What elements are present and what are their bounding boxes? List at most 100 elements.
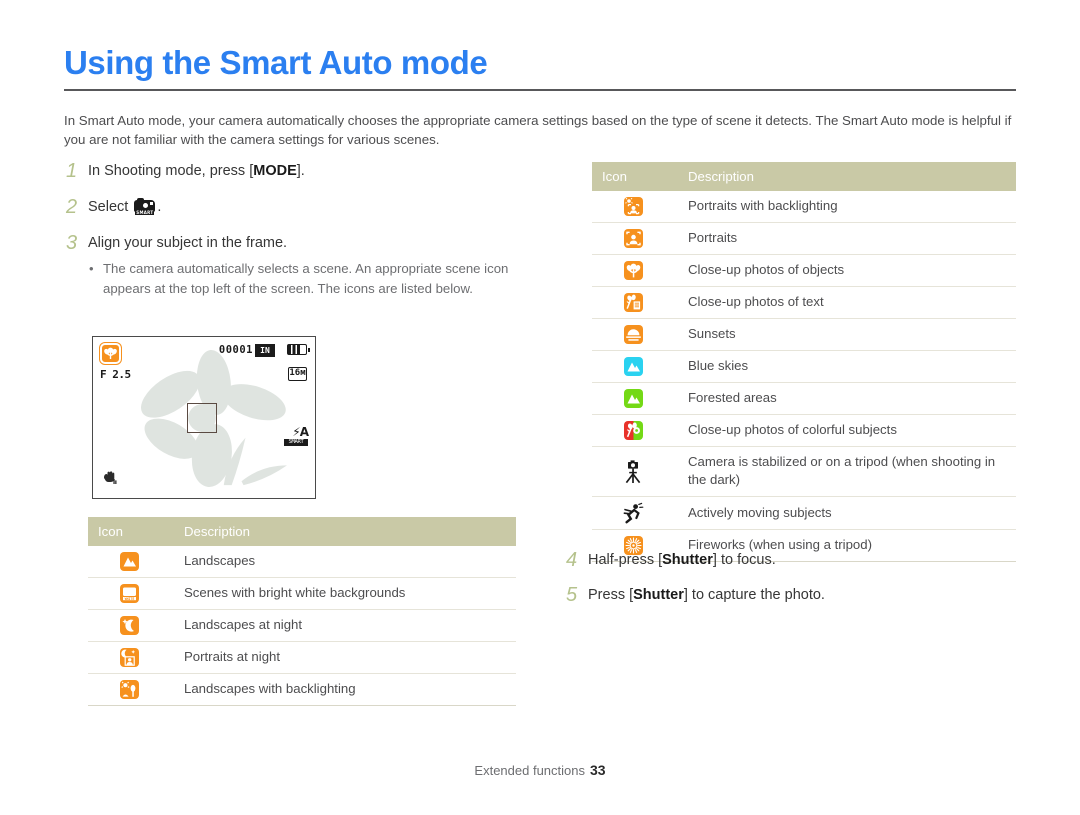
icon-cell — [592, 446, 674, 497]
table-row: Forested areas — [592, 382, 1016, 415]
icon-cell — [592, 414, 674, 447]
table-header-row: Icon Description — [592, 162, 1016, 191]
table-row: Close-up photos of text — [592, 286, 1016, 319]
table-row: Close-up photos of colorful subjects — [592, 414, 1016, 447]
iso-chip: IN — [255, 344, 275, 357]
sunset-icon — [623, 325, 643, 344]
footer-section: Extended functions — [474, 763, 585, 778]
description-cell: Actively moving subjects — [674, 496, 1016, 530]
step-number: 2 — [66, 196, 78, 218]
description-cell: Portraits with backlighting — [674, 191, 1016, 223]
step-number: 5 — [566, 584, 578, 606]
description-cell: Camera is stabilized or on a tripod (whe… — [674, 446, 1016, 497]
description-cell: Portraits at night — [170, 641, 516, 674]
icon-cell — [592, 286, 674, 319]
icon-cell — [592, 254, 674, 287]
page-title: Using the Smart Auto mode — [64, 44, 488, 81]
description-cell: Landscapes with backlighting — [170, 673, 516, 706]
icon-cell — [592, 496, 674, 530]
step-number: 4 — [566, 549, 578, 571]
description-cell: Landscapes — [170, 546, 516, 578]
icon-cell — [88, 546, 170, 578]
column-header-icon: Icon — [592, 162, 674, 191]
table-row: Blue skies — [592, 350, 1016, 383]
description-cell: Forested areas — [674, 382, 1016, 415]
table-row: Portraits at night — [88, 641, 516, 674]
table-row: Landscapes with backlighting — [88, 673, 516, 706]
night-portrait-icon — [119, 648, 139, 667]
svg-text:WHITE: WHITE — [124, 597, 134, 601]
ois-hand-icon — [101, 470, 117, 491]
icon-cell — [592, 382, 674, 415]
icon-cell — [88, 641, 170, 674]
title-divider — [64, 89, 1016, 91]
aperture-value: F 2.5 — [100, 368, 131, 381]
table-row: Landscapes at night — [88, 609, 516, 642]
step-1: 1 In Shooting mode, press [MODE]. — [66, 161, 305, 181]
table-row: Actively moving subjects — [592, 496, 1016, 530]
flash-auto-indicator: ⚡A SMART — [284, 425, 309, 446]
macro-text-icon — [623, 293, 643, 312]
battery-full-icon — [287, 344, 310, 355]
description-cell: Close-up photos of text — [674, 286, 1016, 319]
tripod-icon — [622, 459, 644, 484]
macro-object-icon — [623, 261, 643, 280]
smart-auto-camera-icon: SMART — [134, 198, 156, 215]
description-cell: Scenes with bright white backgrounds — [170, 577, 516, 610]
blue-sky-icon — [623, 357, 643, 376]
column-header-description: Description — [674, 162, 1016, 191]
step-number: 3 — [66, 232, 78, 254]
table-row: Landscapes — [88, 546, 516, 578]
column-header-description: Description — [170, 517, 516, 546]
night-landscape-icon — [119, 616, 139, 635]
flash-bolt-icon: ⚡A — [292, 425, 309, 439]
table-header-row: Icon Description — [88, 517, 516, 546]
icon-cell — [592, 191, 674, 223]
af-frame — [187, 403, 217, 433]
icon-cell — [592, 222, 674, 255]
footer-page-number: 33 — [590, 762, 606, 778]
table-row: Camera is stabilized or on a tripod (whe… — [592, 446, 1016, 497]
step-text: Press [Shutter] to capture the photo. — [588, 587, 825, 603]
icon-cell — [88, 673, 170, 706]
shots-remaining: 00001 — [218, 344, 253, 356]
step-text: Select SMART. — [88, 198, 162, 215]
icon-cell — [592, 350, 674, 383]
backlit-landscape-icon — [119, 680, 139, 699]
step-text: Align your subject in the frame. — [88, 235, 288, 251]
description-cell: Close-up photos of colorful subjects — [674, 414, 1016, 447]
intro-paragraph: In Smart Auto mode, your camera automati… — [64, 113, 1012, 148]
description-cell: Close-up photos of objects — [674, 254, 1016, 287]
camera-screen-illustration: F 2.5 00001 IN 16м ⚡A SMART — [92, 336, 316, 499]
forest-icon — [623, 389, 643, 408]
step-3-note: • The camera automatically selects a sce… — [89, 259, 529, 299]
icon-cell — [88, 609, 170, 642]
step-4: 4 Half-press [Shutter] to focus. — [566, 550, 776, 570]
bullet-dot: • — [89, 261, 94, 276]
icon-cell: WHITE — [88, 577, 170, 610]
white-background-icon: WHITE — [119, 584, 139, 603]
step-2: 2 Select SMART. — [66, 197, 161, 217]
page-footer: Extended functions 33 — [0, 762, 1080, 778]
step-text: Half-press [Shutter] to focus. — [588, 552, 776, 568]
description-cell: Blue skies — [674, 350, 1016, 383]
table-row: Close-up photos of objects — [592, 254, 1016, 287]
step-3: 3 Align your subject in the frame. — [66, 233, 287, 253]
scene-icon-table-left: Icon Description Landscapes WHITE Scenes… — [88, 517, 516, 706]
action-icon — [622, 502, 644, 524]
resolution-badge: 16м — [288, 367, 307, 381]
table-row: Sunsets — [592, 318, 1016, 351]
table-row: WHITE Scenes with bright white backgroun… — [88, 577, 516, 610]
macro-color-icon — [623, 421, 643, 440]
step-number: 1 — [66, 160, 78, 182]
table-row: Portraits with backlighting — [592, 191, 1016, 223]
document-page: Using the Smart Auto mode In Smart Auto … — [0, 0, 1080, 815]
landscape-icon — [119, 552, 139, 571]
description-cell: Landscapes at night — [170, 609, 516, 642]
description-cell: Portraits — [674, 222, 1016, 255]
backlit-portrait-icon — [623, 197, 643, 216]
bullet-text: The camera automatically selects a scene… — [103, 261, 509, 296]
description-cell: Sunsets — [674, 318, 1016, 351]
flash-mode-label: SMART — [284, 439, 308, 446]
portrait-icon — [623, 229, 643, 248]
